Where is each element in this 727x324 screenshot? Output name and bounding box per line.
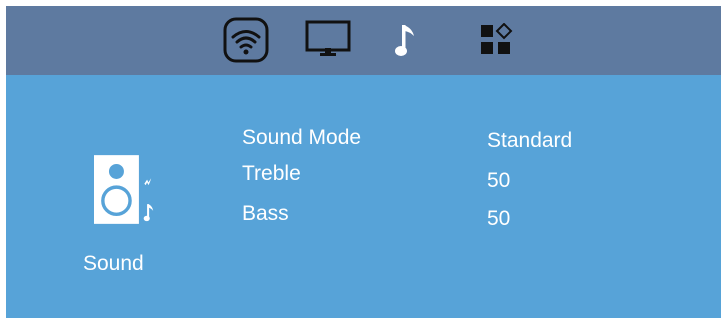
- speaker-icon: [94, 155, 154, 224]
- sound-mode-value[interactable]: Standard: [487, 129, 572, 153]
- monitor-icon: [305, 20, 351, 56]
- tab-wifi[interactable]: [221, 15, 271, 65]
- treble-label[interactable]: Treble: [242, 162, 301, 186]
- tab-sound[interactable]: [381, 15, 431, 65]
- music-note-icon: [395, 25, 414, 56]
- tab-apps[interactable]: [471, 15, 521, 65]
- bass-value[interactable]: 50: [487, 207, 510, 231]
- sound-panel-title: Sound: [83, 252, 144, 275]
- apps-grid-icon: [481, 23, 513, 54]
- wifi-icon: [223, 17, 269, 63]
- sound-settings-screen: Sound Sound Mode Standard Treble 50 Bass…: [6, 6, 721, 318]
- tab-display[interactable]: [303, 15, 353, 65]
- sound-mode-label[interactable]: Sound Mode: [242, 126, 361, 150]
- category-tab-bar: [6, 6, 721, 75]
- bass-label[interactable]: Bass: [242, 202, 289, 226]
- treble-value[interactable]: 50: [487, 169, 510, 193]
